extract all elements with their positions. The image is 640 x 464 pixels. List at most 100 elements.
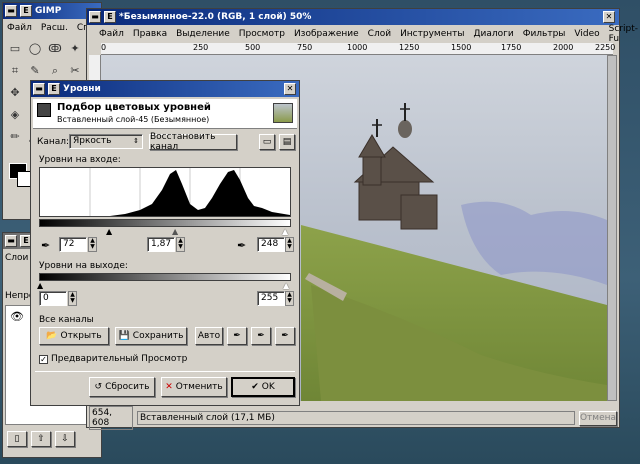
move-icon[interactable]: ✥ <box>7 85 23 101</box>
layer-thumbnail-icon <box>273 103 293 123</box>
input-high-slider-icon[interactable]: ▲ <box>282 227 288 236</box>
ruler-mark: 2250 <box>595 43 616 52</box>
raise-layer-button[interactable]: ⇧ <box>31 431 51 447</box>
chevron-down-icon: ⇕ <box>133 137 139 145</box>
output-low-field[interactable]: 0 <box>39 291 67 306</box>
cancel-button[interactable]: ✕ Отменить <box>161 377 227 397</box>
levels-titlebar[interactable]: ▬ E Уровни <box>31 81 299 97</box>
white-point-picker-icon[interactable]: ✒ <box>237 239 246 252</box>
open-button-label: Открыть <box>60 331 102 341</box>
channel-label: Канал: <box>37 137 70 147</box>
levels-header-subtitle: Вставленный слой-45 (Безымянное) <box>57 115 210 124</box>
all-channels-label: Все каналы <box>39 315 94 325</box>
toolbox-menu-file[interactable]: Файл <box>7 23 32 33</box>
new-layer-button[interactable]: ▯ <box>7 431 27 447</box>
output-high-field[interactable]: 255 <box>257 291 285 306</box>
input-low-slider-icon[interactable]: ▲ <box>106 227 112 236</box>
measure-icon[interactable]: ✂ <box>67 63 83 79</box>
input-gamma-spinner[interactable]: ▲ ▼ <box>176 237 185 252</box>
save-button[interactable]: 💾 Сохранить <box>115 327 187 345</box>
crop-icon[interactable]: ⌗ <box>7 63 23 79</box>
image-window-e-button[interactable]: E <box>104 11 116 23</box>
preview-checkbox[interactable]: ✓ <box>39 355 48 364</box>
output-gradient-bar[interactable] <box>39 273 291 281</box>
ruler-mark: 500 <box>245 43 261 52</box>
menu-view[interactable]: Просмотр <box>239 29 285 39</box>
levels-menu-icon[interactable]: ▬ <box>33 83 45 95</box>
menu-edit[interactable]: Правка <box>133 29 167 39</box>
gray-eyedropper-icon[interactable]: ✒ <box>251 327 271 345</box>
channel-select[interactable]: Яркость ⇕ <box>69 134 143 149</box>
menu-video[interactable]: Video <box>574 29 599 39</box>
ellipse-select-icon[interactable]: ◯ <box>27 41 43 57</box>
menu-filters[interactable]: Фильтры <box>523 29 566 39</box>
ruler-mark: 1000 <box>347 43 368 52</box>
ok-button[interactable]: ✔ OK <box>231 377 295 397</box>
reset-icon: ↺ <box>94 382 103 392</box>
color-picker-icon[interactable]: ✎ <box>27 63 43 79</box>
toolbox-menu-xtns[interactable]: Расш. <box>41 23 68 33</box>
output-low-spinner[interactable]: ▲ ▼ <box>68 291 77 306</box>
reset-channel-button[interactable]: Восстановить канал <box>149 132 237 152</box>
black-point-picker-icon[interactable]: ✒ <box>41 239 50 252</box>
levels-title: Уровни <box>63 84 101 94</box>
menu-select[interactable]: Выделение <box>176 29 230 39</box>
levels-close-icon[interactable]: ✕ <box>284 83 296 95</box>
lasso-icon[interactable]: ↂ <box>47 41 63 57</box>
linear-histogram-button[interactable]: ▭ <box>259 134 275 150</box>
toolbox-title: GIMP <box>35 6 62 16</box>
input-high-spinner[interactable]: ▲ ▼ <box>285 237 294 252</box>
button-separator <box>35 371 295 372</box>
input-gamma-field[interactable]: 1,87 <box>147 237 175 252</box>
bucket-fill-icon[interactable]: ◈ <box>7 107 23 123</box>
vertical-scrollbar[interactable] <box>607 55 617 401</box>
menu-tools[interactable]: Инструменты <box>400 29 464 39</box>
white-eyedropper-icon[interactable]: ✒ <box>275 327 295 345</box>
lower-layer-button[interactable]: ⇩ <box>55 431 75 447</box>
image-window-close-icon[interactable]: ✕ <box>603 11 615 23</box>
input-gradient-bar[interactable] <box>39 219 291 227</box>
histogram-graph <box>40 168 290 216</box>
output-high-slider-icon[interactable]: ▲ <box>283 281 289 290</box>
menu-file[interactable]: Файл <box>99 29 124 39</box>
folder-open-icon: 📂 <box>46 331 58 341</box>
pencil-icon[interactable]: ✏ <box>7 129 23 145</box>
layers-menu-icon[interactable]: ▬ <box>5 235 17 247</box>
image-titlebar[interactable]: ▬ E *Безымянное-22.0 (RGB, 1 слой) 50% <box>87 9 619 25</box>
image-window-menu-icon[interactable]: ▬ <box>89 11 101 23</box>
image-menubar: Файл Правка Выделение Просмотр Изображен… <box>95 24 638 44</box>
zoom-icon[interactable]: ⌕ <box>47 63 63 79</box>
input-low-field[interactable]: 72 <box>59 237 87 252</box>
status-coords: 654, 608 <box>89 406 133 430</box>
status-cancel-button[interactable]: Отмена <box>579 410 617 426</box>
log-histogram-button[interactable]: ▤ <box>279 134 295 150</box>
fuzzy-select-icon[interactable]: ✦ <box>67 41 83 57</box>
levels-dialog: ▬ E Уровни ✕ Подбор цветовых уровней Вст… <box>30 80 300 406</box>
levels-icon <box>37 103 51 117</box>
menu-layer[interactable]: Слой <box>368 29 391 39</box>
menu-image[interactable]: Изображение <box>294 29 359 39</box>
input-low-spinner[interactable]: ▲ ▼ <box>88 237 97 252</box>
input-levels-label: Уровни на входе: <box>39 155 121 165</box>
output-levels-label: Уровни на выходе: <box>39 261 128 271</box>
open-button[interactable]: 📂 Открыть <box>39 327 109 345</box>
save-button-label: Сохранить <box>132 331 184 341</box>
ruler-mark: 250 <box>193 43 209 52</box>
menu-script-fu[interactable]: Script-Fu <box>609 24 638 44</box>
output-low-slider-icon[interactable]: ▲ <box>37 281 43 290</box>
input-high-field[interactable]: 248 <box>257 237 285 252</box>
layer-visibility-eye-icon[interactable]: 👁 <box>10 310 24 323</box>
levels-e-button[interactable]: E <box>48 83 60 95</box>
window-e-button[interactable]: E <box>20 5 32 17</box>
layers-label: Слои <box>5 253 29 263</box>
reset-button[interactable]: ↺ Сбросить <box>89 377 155 397</box>
menu-dialogs[interactable]: Диалоги <box>473 29 513 39</box>
rect-select-icon[interactable]: ▭ <box>7 41 23 57</box>
auto-button[interactable]: Авто <box>195 327 223 345</box>
input-gamma-slider-icon[interactable]: ▲ <box>172 227 178 236</box>
window-menu-icon[interactable]: ▬ <box>5 5 17 17</box>
preview-label: Предварительный Просмотр <box>51 354 188 364</box>
ruler-mark: 2000 <box>553 43 574 52</box>
output-high-spinner[interactable]: ▲ ▼ <box>285 291 294 306</box>
black-eyedropper-icon[interactable]: ✒ <box>227 327 247 345</box>
